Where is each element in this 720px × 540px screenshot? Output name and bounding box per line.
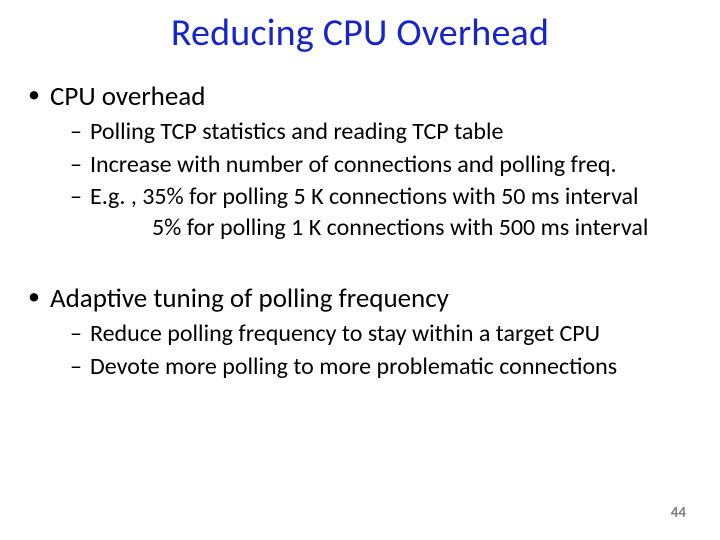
bullet-list: Adaptive tuning of polling frequency Red… xyxy=(24,282,696,382)
sub-item-continuation: 5% for polling 1 K connections with 500 … xyxy=(90,213,696,244)
sub-item: Polling TCP statistics and reading TCP t… xyxy=(70,117,696,148)
slide-title: Reducing CPU Overhead xyxy=(0,0,720,56)
sub-item: E.g. , 35% for polling 5 K connections w… xyxy=(70,182,696,243)
slide: Reducing CPU Overhead CPU overhead Polli… xyxy=(0,0,720,540)
sub-item: Devote more polling to more problematic … xyxy=(70,352,696,383)
bullet-list: CPU overhead Polling TCP statistics and … xyxy=(24,80,696,244)
sub-item: Increase with number of connections and … xyxy=(70,150,696,181)
bullet-adaptive-tuning: Adaptive tuning of polling frequency Red… xyxy=(24,282,696,382)
bullet-text: Adaptive tuning of polling frequency xyxy=(50,282,449,315)
sub-item-text: E.g. , 35% for polling 5 K connections w… xyxy=(90,182,639,211)
sub-list: Reduce polling frequency to stay within … xyxy=(50,319,696,382)
slide-body: CPU overhead Polling TCP statistics and … xyxy=(0,80,720,382)
bullet-cpu-overhead: CPU overhead Polling TCP statistics and … xyxy=(24,80,696,244)
page-number: 44 xyxy=(671,504,686,522)
spacer xyxy=(24,248,696,282)
bullet-text: CPU overhead xyxy=(50,80,205,113)
sub-list: Polling TCP statistics and reading TCP t… xyxy=(50,117,696,244)
sub-item: Reduce polling frequency to stay within … xyxy=(70,319,696,350)
